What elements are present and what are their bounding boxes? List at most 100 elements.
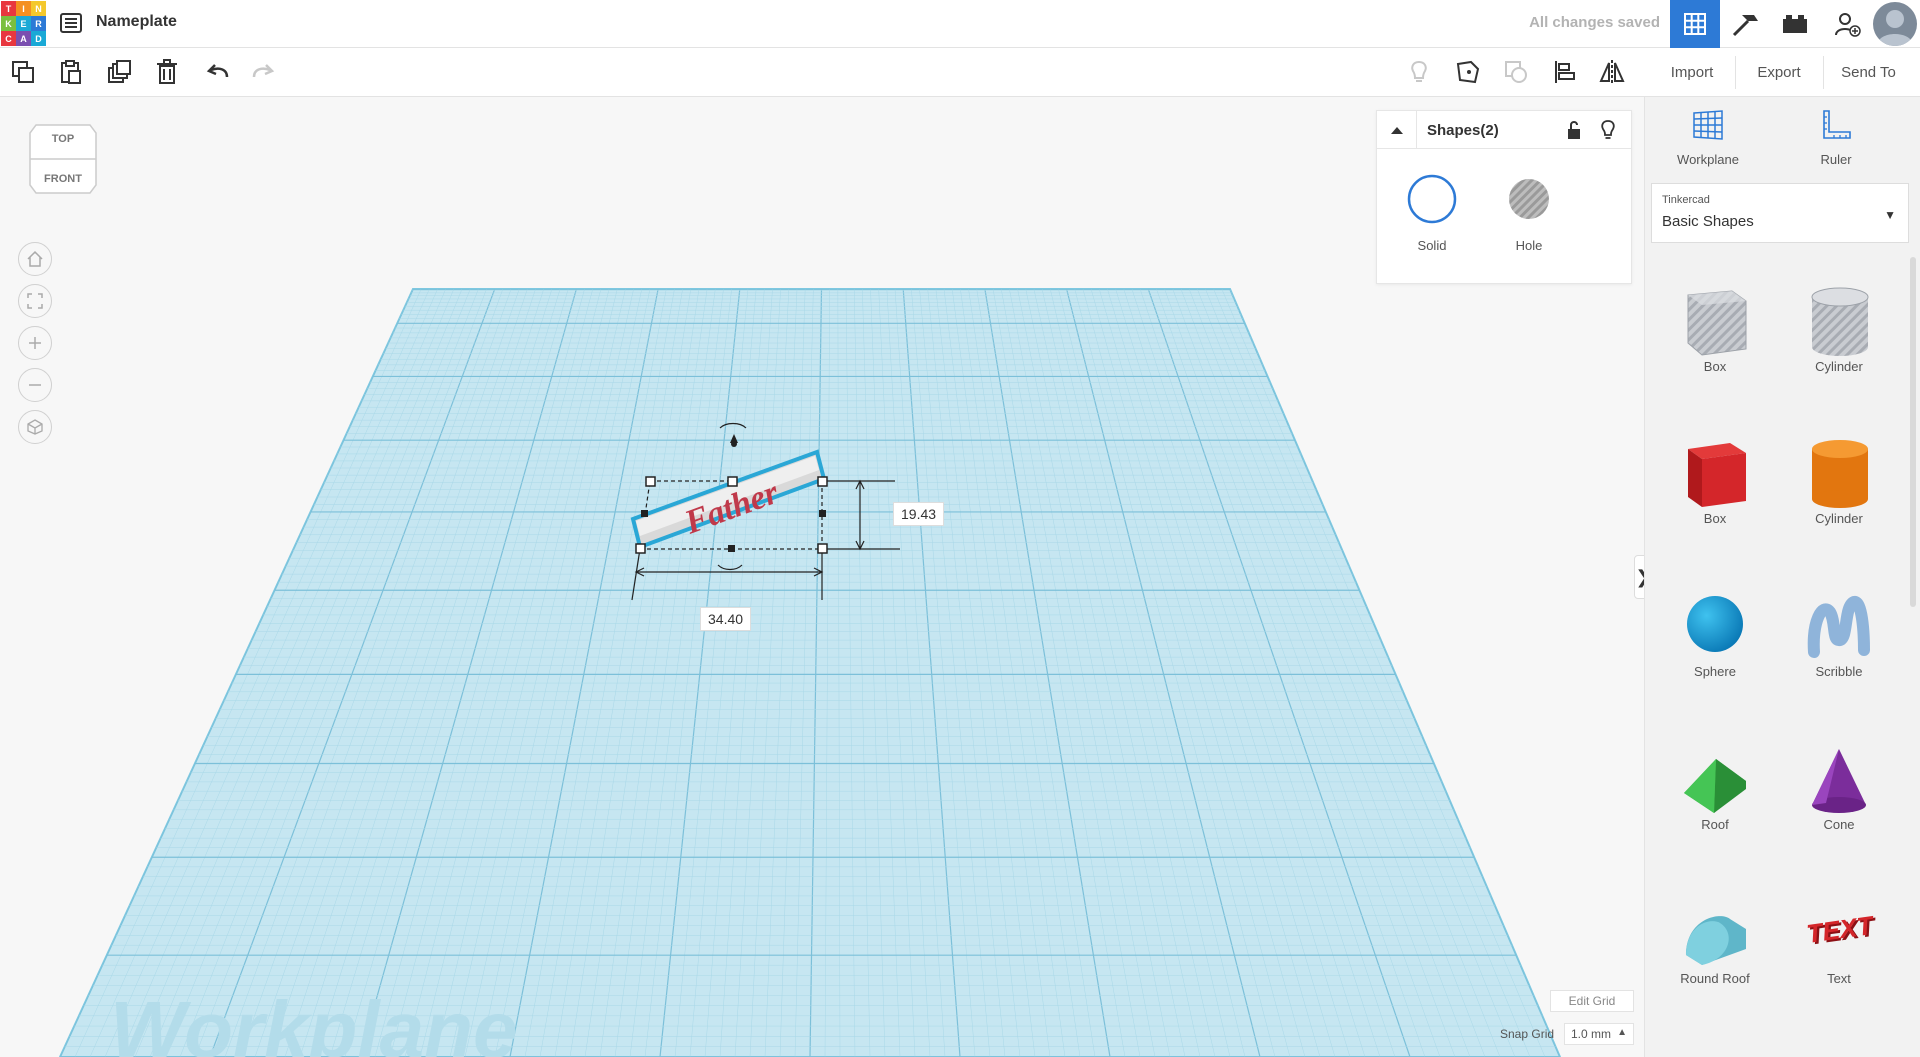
shape-round-roof[interactable]: Round Roof [1655,869,1775,999]
shape-text[interactable]: TEXT TEXT Text [1779,869,1899,999]
shape-label: Text [1827,971,1851,986]
box-red-icon [1688,443,1746,507]
codeblocks-icon[interactable] [1720,0,1770,48]
hole-option[interactable]: Hole [1494,173,1564,253]
logo-letter: E [16,16,31,31]
lock-icon[interactable] [1563,119,1585,141]
perspective-icon[interactable] [18,410,52,444]
logo-letter: D [31,31,46,46]
view-cube-front-label[interactable]: FRONT [28,173,98,185]
align-icon[interactable] [1550,57,1580,87]
logo-letter: N [31,1,46,16]
shape-label: Cylinder [1815,359,1863,374]
tinkercad-logo[interactable]: T I N K E R C A D [1,1,46,46]
workplane-watermark: Workplane [110,985,518,1057]
zoom-in-icon[interactable] [18,326,52,360]
cone-icon [1812,749,1866,813]
ruler-tool[interactable]: Ruler [1791,107,1881,167]
inspector-header: Shapes(2) [1377,111,1631,149]
collapse-inspector-icon[interactable] [1377,111,1417,149]
paste-icon[interactable] [56,57,86,87]
hole-circle-icon [1509,179,1549,219]
workplane-icon [1693,110,1723,140]
snap-grid-label: Snap Grid [1500,1027,1555,1041]
solid-option[interactable]: Solid [1397,173,1467,253]
ruler-tool-label: Ruler [1820,152,1852,167]
duplicate-icon[interactable] [104,57,134,87]
zoom-out-icon[interactable] [18,368,52,402]
shape-library-select[interactable]: Tinkercad Basic Shapes ▼ [1651,183,1909,243]
logo-letter: R [31,16,46,31]
shapes-scrollbar[interactable] [1910,257,1916,607]
logo-letter: T [1,1,16,16]
roof-icon [1684,759,1746,813]
solid-circle-icon [1407,174,1457,224]
logo-letter: K [1,16,16,31]
shape-scribble[interactable]: Scribble [1779,562,1899,692]
shape-roof[interactable]: Roof [1655,715,1775,845]
shape-label: Cone [1823,817,1855,832]
shape-box[interactable]: Box [1655,409,1775,539]
shape-cylinder[interactable]: Cylinder [1779,409,1899,539]
edit-toolbar: Import Export Send To [0,48,1920,97]
design-canvas[interactable]: Workplane Father TOP FRONT 19.43 34.40 S… [0,97,1644,1057]
user-avatar[interactable] [1873,2,1917,46]
shape-sphere[interactable]: Sphere [1655,562,1775,692]
add-user-icon[interactable] [1822,0,1872,48]
width-dimension-field[interactable]: 34.40 [700,607,752,631]
library-value: Basic Shapes [1662,213,1754,230]
shape-cone[interactable]: Cone [1779,715,1899,845]
cylinder-orange-icon [1812,440,1868,508]
shape-box-hole[interactable]: Box [1655,257,1775,387]
solid-label: Solid [1417,238,1447,253]
copy-icon[interactable] [8,57,38,87]
home-view-icon[interactable] [18,242,52,276]
delete-icon[interactable] [152,57,182,87]
shape-label: Sphere [1694,664,1736,679]
ruler-icon [1823,110,1851,139]
svg-text:TEXT: TEXT [1805,910,1877,949]
snap-grid-value: 1.0 mm [1571,1027,1612,1041]
shape-label: Roof [1701,817,1729,832]
fit-view-icon[interactable] [18,284,52,318]
view-cube-top-label[interactable]: TOP [28,133,98,145]
caret-down-icon: ▼ [1884,208,1896,222]
height-dimension-field[interactable]: 19.43 [893,502,945,526]
shape-label: Box [1703,359,1727,374]
library-provider: Tinkercad [1662,194,1710,206]
send-to-button[interactable]: Send To [1823,56,1913,89]
shape-label: Scribble [1815,664,1863,679]
redo-icon[interactable] [248,57,278,87]
scribble-icon [1807,596,1870,658]
cylinder-hole-icon [1811,287,1869,356]
shape-cylinder-hole[interactable]: Cylinder [1779,257,1899,387]
sphere-icon [1687,596,1743,652]
bricks-icon[interactable] [1770,0,1820,48]
group-icon[interactable] [1501,57,1531,87]
shapes-panel: Workplane Ruler Tinkercad Basic Shapes ▼… [1644,97,1920,1057]
hole-label: Hole [1515,238,1543,253]
export-button[interactable]: Export [1735,56,1822,89]
design-title[interactable]: Nameplate [96,13,177,31]
3d-view-icon[interactable] [1670,0,1720,48]
note-icon[interactable] [1453,57,1483,87]
snap-grid-select[interactable]: 1.0 mm ▲ [1564,1023,1634,1045]
visibility-bulb-icon[interactable] [1597,119,1619,141]
light-bulb-icon[interactable] [1404,57,1434,87]
workplane-tool[interactable]: Workplane [1663,107,1753,167]
round-roof-icon [1686,916,1746,965]
import-button[interactable]: Import [1650,56,1734,89]
edit-grid-button[interactable]: Edit Grid [1550,990,1634,1012]
undo-icon[interactable] [203,57,233,87]
logo-letter: A [16,31,31,46]
logo-letter: I [16,1,31,16]
design-list-icon[interactable] [58,10,84,36]
shape-label: Cylinder [1815,511,1863,526]
view-cube[interactable]: TOP FRONT [28,119,98,199]
text-shape-icon: TEXT TEXT [1805,910,1879,951]
logo-letter: C [1,31,16,46]
caret-up-icon: ▲ [1617,1027,1627,1038]
save-status: All changes saved [1529,14,1660,31]
mirror-icon[interactable] [1597,57,1627,87]
shape-label: Box [1703,511,1727,526]
